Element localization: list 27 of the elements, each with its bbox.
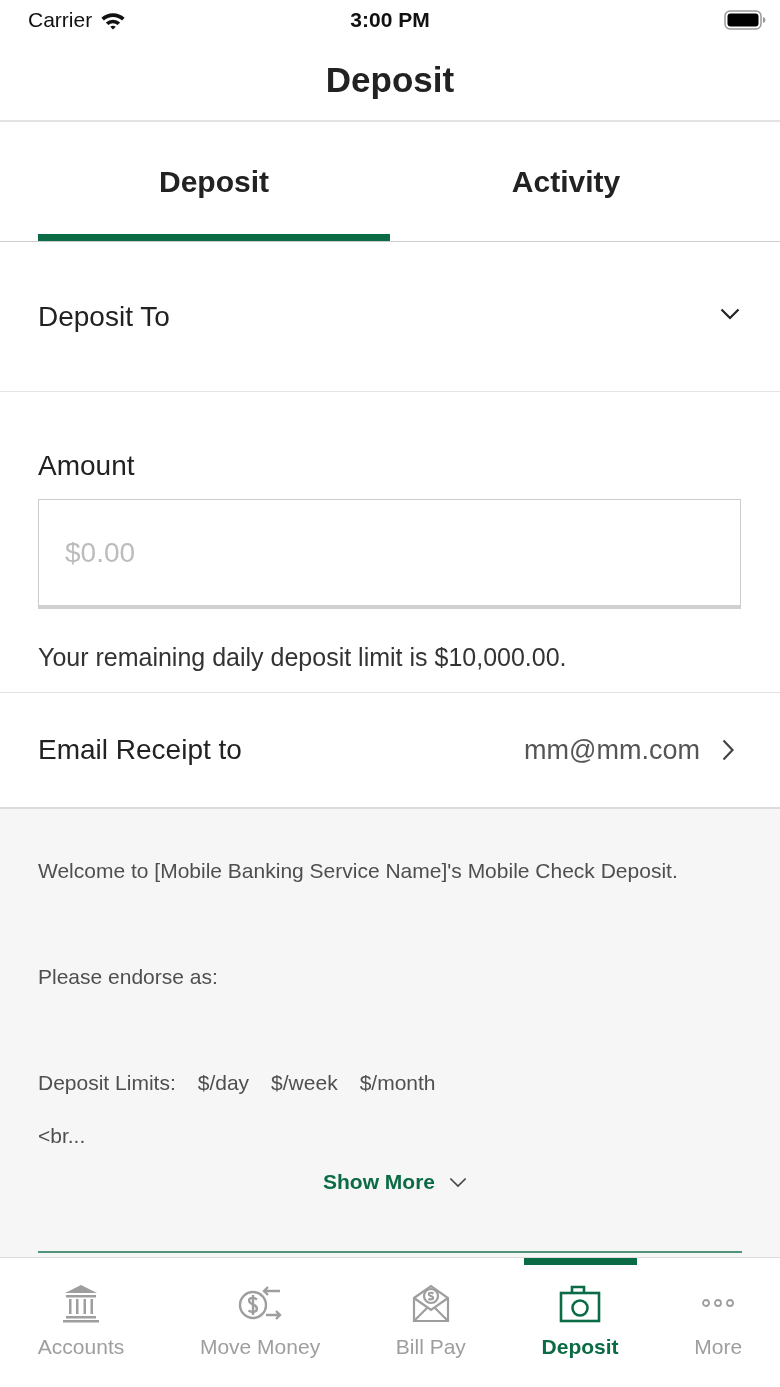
amount-field[interactable]: $0.00 — [38, 499, 741, 609]
limit-period: $/week — [271, 1070, 338, 1096]
limits-label: Deposit Limits: — [38, 1070, 176, 1096]
more-dots-icon — [702, 1299, 735, 1307]
chevron-down-icon[interactable] — [720, 307, 740, 320]
status-time: 3:00 PM — [350, 8, 430, 32]
wifi-icon — [100, 10, 127, 30]
tab-bar-item[interactable]: Deposit — [523, 1258, 637, 1387]
email-address-value[interactable]: mm@mm.com — [524, 734, 700, 766]
segment-tab[interactable]: Activity — [390, 122, 742, 241]
deposit-limit-note: Your remaining daily deposit limit is $10,000.00. — [38, 642, 567, 672]
battery-icon — [724, 10, 766, 30]
chevron-down-icon — [449, 1176, 467, 1188]
carrier-name: Carrier — [28, 8, 93, 32]
limit-period: $/month — [359, 1070, 436, 1096]
info-paragraph: Please endorse as: — [38, 964, 218, 990]
info-paragraph: Welcome to [Mobile Banking Service Name]'s Mobile Check Deposit. — [38, 858, 678, 884]
truncated-text: <br... — [38, 1123, 86, 1149]
deposit-to-label: Deposit To — [38, 300, 170, 333]
amount-label: Amount — [38, 449, 135, 483]
show-more-button[interactable]: Show More — [323, 1162, 467, 1202]
email-receipt-label: Email Receipt to — [38, 734, 242, 766]
chevron-right-icon[interactable] — [722, 739, 734, 761]
segment-tab[interactable]: Deposit — [38, 122, 390, 241]
page-title: Deposit — [325, 60, 455, 100]
camera-icon — [558, 1283, 603, 1323]
limit-period: $/day — [197, 1070, 250, 1096]
